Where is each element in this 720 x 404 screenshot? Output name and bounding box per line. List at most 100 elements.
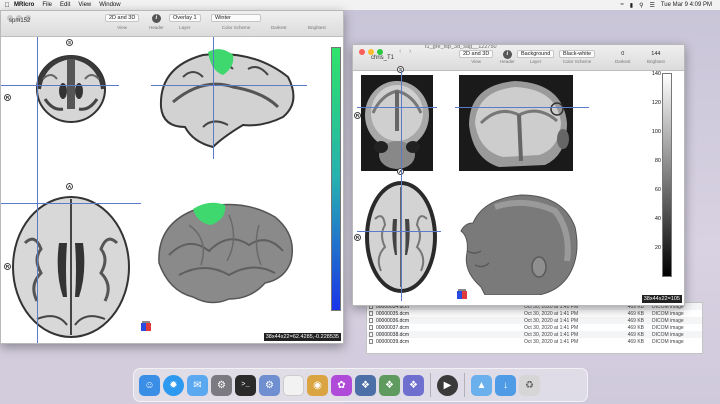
palette-icon[interactable]: ◉: [307, 374, 328, 396]
color-scheme-select[interactable]: Black-white: [559, 50, 596, 58]
header-control: i Header: [149, 14, 164, 30]
orient-label-right: R: [4, 94, 11, 101]
applications-folder-icon[interactable]: ▲: [471, 374, 492, 396]
brain-blue-icon[interactable]: ❖: [403, 374, 424, 396]
menu-view[interactable]: View: [78, 2, 91, 8]
finder-icon[interactable]: ☺: [139, 374, 160, 396]
orient-label-superior: S: [66, 39, 73, 46]
quicktime-icon[interactable]: ▶: [437, 374, 458, 396]
dock: ☺ ✹ ✉ ⚙ >_ ⚙ ◉ ✿ ❖ ❖ ❖ ▶ ▲ ↓ ♻: [133, 368, 588, 402]
downloads-folder-icon[interactable]: ↓: [495, 374, 516, 396]
trash-icon[interactable]: ♻: [519, 374, 540, 396]
darkest-control: Darkest: [271, 25, 287, 30]
dicom-file-icon: [369, 332, 373, 337]
crosshair-horizontal: [357, 107, 437, 108]
image-canvas[interactable]: S R A R: [353, 66, 684, 305]
coordinate-readout: 38x44x22=105: [641, 295, 682, 303]
sagittal-slice[interactable]: [459, 75, 573, 171]
darkest-control: 0 Darkest: [615, 50, 631, 64]
view-control: 2D and 3D View: [105, 14, 140, 30]
header-control: i Header: [500, 50, 515, 64]
viewer-window-spm152: spm152 2D and 3D View i Header Overlay 1 La…: [0, 10, 344, 344]
brightest-field[interactable]: 144: [651, 50, 660, 58]
color-scheme-select[interactable]: Winter: [211, 14, 261, 22]
darkest-field[interactable]: 0: [621, 50, 624, 58]
window-title: spm152: [9, 18, 31, 24]
orient-label-right: R: [354, 112, 361, 119]
dicom-file-icon: [369, 325, 373, 330]
list-item[interactable]: 00000035.dcm Oct 30, 2020 at 1:41 PM 469 K…: [367, 310, 702, 317]
list-item[interactable]: 00000036.dcm Oct 30, 2020 at 1:41 PM 469 K…: [367, 317, 702, 324]
blank-app-icon[interactable]: [283, 374, 304, 396]
layer-control: Overlay 1 Layer: [169, 14, 201, 30]
axial-slice[interactable]: [7, 193, 135, 341]
dicom-file-icon: [369, 339, 373, 344]
colorbar: [662, 73, 672, 277]
apple-menu-icon[interactable]: : [0, 2, 14, 9]
brain-app-icon[interactable]: ❖: [355, 374, 376, 396]
colorbar-ticks: 140 120 100 80 60 40 20: [651, 71, 661, 251]
brain-green-icon[interactable]: ❖: [379, 374, 400, 396]
window-title: chris_T1: [371, 55, 395, 61]
orient-label-right-axial: R: [354, 234, 361, 241]
terminal-icon[interactable]: >_: [235, 374, 256, 396]
list-item[interactable]: 00000037.dcm Oct 30, 2020 at 1:41 PM 469 K…: [367, 324, 702, 331]
gear-app-icon[interactable]: ⚙: [259, 374, 280, 396]
orientation-cube-icon: [141, 321, 151, 331]
control-center-icon[interactable]: ☰: [649, 2, 654, 9]
brightest-control: 144 Brightest: [647, 50, 665, 64]
brain-3d-render[interactable]: [149, 195, 301, 315]
crosshair-horizontal-axial: [1, 203, 141, 204]
window-titlebar[interactable]: spm152 2D and 3D View i Header Overlay 1 La…: [1, 11, 343, 37]
crosshair-vertical: [37, 37, 38, 343]
system-preferences-icon[interactable]: ⚙: [211, 374, 232, 396]
flower-icon[interactable]: ✿: [331, 374, 352, 396]
search-icon[interactable]: ⚲: [639, 2, 643, 9]
info-icon[interactable]: i: [502, 50, 512, 59]
safari-icon[interactable]: ✹: [163, 374, 184, 396]
clock[interactable]: Tue Mar 9 4:09 PM: [661, 2, 712, 8]
orient-label-anterior: A: [66, 183, 73, 190]
dock-separator: [430, 373, 431, 397]
view-control: 2D and 3D View: [459, 50, 494, 64]
image-canvas[interactable]: S R A R: [1, 37, 343, 343]
list-item[interactable]: 00000038.dcm Oct 30, 2020 at 1:41 PM 469 K…: [367, 331, 702, 338]
crosshair-vertical: [401, 71, 402, 301]
crosshair-vertical-sagittal: [213, 37, 214, 159]
head-3d-render[interactable]: [455, 191, 581, 295]
color-scheme-control: Winter Color Scheme: [211, 14, 261, 30]
info-icon[interactable]: i: [151, 14, 161, 23]
coordinate-readout: 38x44x22=62.4285,-0.228535: [263, 333, 341, 341]
brightest-control: Brightest: [308, 25, 326, 30]
crosshair-horizontal-axial: [357, 231, 441, 232]
color-scheme-control: Black-white Color Scheme: [559, 50, 596, 64]
forward-icon[interactable]: ›: [409, 48, 411, 55]
dock-separator: [464, 373, 465, 397]
layer-control: Background Layer: [517, 50, 555, 64]
crosshair-horizontal-sagittal: [151, 85, 307, 86]
sagittal-slice[interactable]: [153, 47, 303, 157]
layer-select[interactable]: Background: [517, 50, 555, 58]
menu-window[interactable]: Window: [99, 2, 120, 8]
close-button[interactable]: [359, 49, 365, 55]
crosshair-horizontal-sagittal: [455, 107, 589, 108]
battery-icon[interactable]: ▮: [630, 2, 633, 9]
mail-icon[interactable]: ✉: [187, 374, 208, 396]
menu-edit[interactable]: Edit: [60, 2, 70, 8]
menu-bar:  MRIcro File Edit View Window ≈ ▮ ⚲ ☰ T…: [0, 0, 720, 10]
colorbar: [331, 47, 341, 311]
layer-select[interactable]: Overlay 1: [169, 14, 201, 22]
viewer-window-chris-t1: ‹ › t1_gre_fsp_3d_sag__122750 chris_T1 2…: [352, 44, 685, 306]
view-select[interactable]: 2D and 3D: [105, 14, 140, 22]
list-item[interactable]: 00000039.dcm Oct 30, 2020 at 1:41 PM 469 K…: [367, 338, 702, 345]
back-icon[interactable]: ‹: [399, 48, 401, 55]
wifi-icon[interactable]: ≈: [620, 2, 623, 8]
finder-file-list: 00000034.dcm Oct 30, 2020 at 1:41 PM 469 K…: [366, 302, 703, 354]
orientation-cube-icon: [457, 289, 467, 299]
view-select[interactable]: 2D and 3D: [459, 50, 494, 58]
coronal-slice[interactable]: [361, 75, 433, 171]
dicom-file-icon: [369, 311, 373, 316]
status-area: ≈ ▮ ⚲ ☰ Tue Mar 9 4:09 PM: [620, 0, 712, 10]
menu-file[interactable]: File: [42, 2, 52, 8]
app-menu[interactable]: MRIcro: [14, 2, 34, 8]
